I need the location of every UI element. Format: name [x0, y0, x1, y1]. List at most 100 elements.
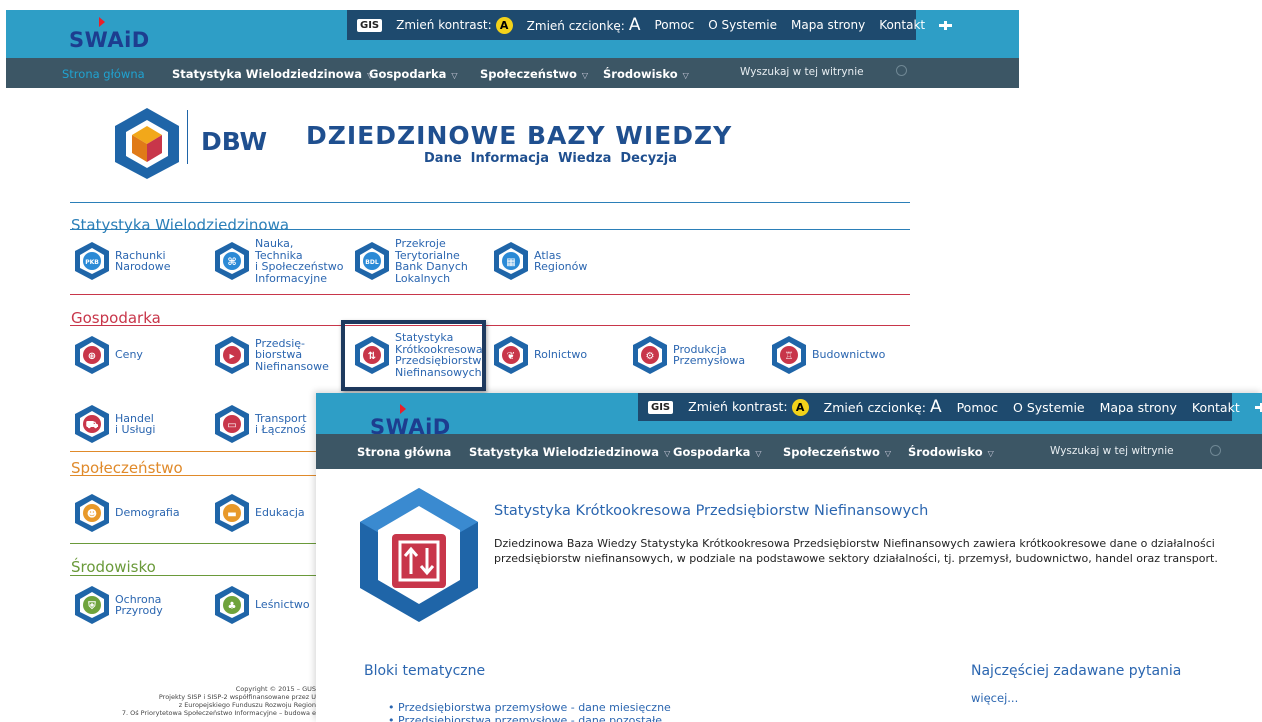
section-divider — [70, 325, 910, 326]
search-icon[interactable] — [896, 65, 907, 76]
chevron-down-icon: ▽ — [451, 71, 458, 80]
footer-line: z Europejskiego Funduszu Rozwoju Region — [178, 701, 316, 709]
tree-icon[interactable]: ♣ — [214, 585, 250, 625]
book-icon[interactable]: ▬ — [214, 493, 250, 533]
utility-bar: GIS Zmień kontrast: A Zmień czcionkę: A Po… — [638, 393, 1262, 421]
truck-icon[interactable]: ▸ — [214, 335, 250, 375]
list-item[interactable]: • Przedsiębiorstwa przemysłowe - dane po… — [388, 714, 671, 722]
basket-icon[interactable]: ⊕ — [74, 335, 110, 375]
faq-more-link[interactable]: więcej... — [971, 691, 1018, 705]
tile-label[interactable]: Ochrona Przyrody — [115, 593, 163, 617]
logo-flag-icon — [400, 404, 406, 414]
contact-link[interactable]: Kontakt — [879, 18, 925, 32]
people-icon[interactable]: ☻ — [74, 493, 110, 533]
nav-economy[interactable]: Gospodarka ▽ — [673, 445, 762, 459]
help-link[interactable]: Pomoc — [957, 400, 998, 415]
svg-text:☻: ☻ — [87, 508, 97, 520]
nav-society[interactable]: Społeczeństwo ▽ — [783, 445, 891, 459]
banner-abbr: DBW — [201, 127, 268, 156]
leaf-icon[interactable]: ❦ — [493, 335, 529, 375]
font-size-toggle[interactable]: Zmień czcionkę: A — [527, 15, 641, 35]
svg-text:BDL: BDL — [365, 259, 379, 266]
main-nav: Strona główna Statystyka Wielodziedzinow… — [316, 434, 1262, 469]
tile-label[interactable]: Produkcja Przemysłowa — [673, 343, 745, 367]
crane-icon[interactable]: ♖ — [771, 335, 807, 375]
svg-text:⚙: ⚙ — [646, 351, 655, 362]
tile-label[interactable]: Rachunki Narodowe — [115, 249, 170, 273]
gears-icon[interactable]: ⚙ — [632, 335, 668, 375]
footer: Copyright © 2015 – GUS Projekty SISP i S… — [66, 685, 316, 717]
detail-description: Dziedzinowa Baza Wiedzy Statystyka Krótk… — [494, 537, 1218, 565]
site-logo[interactable]: SWAiD — [69, 17, 150, 52]
chevron-down-icon: ▽ — [755, 449, 762, 458]
tile-label[interactable]: Handel i Usługi — [115, 412, 155, 436]
footer-copyright: Copyright © 2015 – GUS — [235, 685, 316, 693]
cart-icon[interactable]: ⛟ — [74, 404, 110, 444]
svg-text:♖: ♖ — [785, 351, 794, 362]
svg-text:⛟: ⛟ — [86, 420, 99, 431]
nav-environment[interactable]: Środowisko ▽ — [603, 67, 689, 81]
nav-multidomain[interactable]: Statystyka Wielodziedzinowa ▽ — [172, 67, 373, 81]
about-link[interactable]: O Systemie — [1013, 400, 1085, 415]
font-size-icon[interactable]: A — [930, 397, 942, 417]
about-link[interactable]: O Systemie — [708, 18, 777, 32]
tile-label[interactable]: Nauka, Technika i Społeczeństwo Informac… — [255, 238, 343, 284]
contrast-icon[interactable]: A — [495, 16, 513, 34]
search-input[interactable]: Wyszukaj w tej witrynie — [1050, 445, 1174, 457]
sitemap-link[interactable]: Mapa strony — [791, 18, 865, 32]
contact-link[interactable]: Kontakt — [1192, 400, 1240, 415]
chevron-down-icon: ▽ — [987, 449, 994, 458]
nav-society[interactable]: Społeczeństwo ▽ — [480, 67, 588, 81]
tile-label[interactable]: Budownictwo — [812, 349, 885, 361]
BDL-icon[interactable]: BDL — [354, 241, 390, 281]
search-icon[interactable] — [1210, 445, 1221, 456]
contrast-toggle[interactable]: Zmień kontrast: A — [688, 398, 809, 416]
contrast-icon[interactable]: A — [791, 398, 809, 416]
svg-text:♣: ♣ — [228, 601, 237, 612]
detail-window: SWAiD GIS Zmień kontrast: A Zmień czcionk… — [316, 393, 1262, 722]
list-item[interactable]: • Przedsiębiorstwa przemysłowe - dane mi… — [388, 701, 671, 714]
nav-multidomain[interactable]: Statystyka Wielodziedzinowa ▽ — [469, 445, 670, 459]
shield-icon[interactable]: ⛨ — [74, 585, 110, 625]
banner-subtitle: Dane Informacja Wiedza Decyzja — [424, 151, 677, 166]
help-link[interactable]: Pomoc — [655, 18, 695, 32]
tile-label[interactable]: Demografia — [115, 507, 180, 519]
search-input[interactable]: Wyszukaj w tej witrynie — [740, 66, 864, 78]
font-size-toggle[interactable]: Zmień czcionkę: A — [824, 397, 942, 417]
chevron-down-icon: ▽ — [581, 71, 589, 80]
ski-bd-logo-icon — [360, 488, 478, 622]
detail-title: Statystyka Krótkookresowa Przedsiębiorst… — [494, 503, 929, 519]
svg-text:▭: ▭ — [227, 420, 236, 431]
satellite-icon[interactable]: ⌘ — [214, 241, 250, 281]
gis-icon[interactable]: GIS — [357, 18, 383, 32]
chevron-down-icon: ▽ — [682, 71, 689, 80]
tile-label[interactable]: Leśnictwo — [255, 599, 310, 611]
section-divider — [70, 229, 910, 230]
svg-text:❦: ❦ — [507, 351, 515, 362]
banner-title: DZIEDZINOWE BAZY WIEDZY — [306, 121, 733, 150]
grid-icon[interactable]: ▦ — [493, 241, 529, 281]
bus-icon[interactable]: ▭ — [214, 404, 250, 444]
tile-label[interactable]: Ceny — [115, 349, 143, 361]
nav-home[interactable]: Strona główna — [357, 445, 451, 459]
faq-heading: Najczęściej zadawane pytania — [971, 663, 1182, 679]
section-title: Statystyka Wielodziedzinowa — [71, 216, 290, 234]
font-size-icon[interactable]: A — [629, 15, 641, 35]
svg-text:▸: ▸ — [229, 351, 234, 362]
utility-bar: GIS Zmień kontrast: A Zmień czcionkę: A Po… — [347, 10, 953, 40]
section-title: Środowisko — [71, 558, 156, 576]
tile-label[interactable]: Edukacja — [255, 507, 305, 519]
nav-home[interactable]: Strona główna — [62, 67, 145, 81]
tile-label[interactable]: Atlas Regionów — [534, 249, 587, 273]
tile-label[interactable]: Transport i Łącznoś — [255, 412, 307, 436]
contrast-toggle[interactable]: Zmień kontrast: A — [396, 16, 513, 34]
nav-economy[interactable]: Gospodarka ▽ — [369, 67, 458, 81]
gis-icon[interactable]: GIS — [648, 400, 674, 414]
tile-label[interactable]: Rolnictwo — [534, 349, 587, 361]
PKB-icon[interactable]: PKB — [74, 241, 110, 281]
sitemap-link[interactable]: Mapa strony — [1100, 400, 1177, 415]
tile-label[interactable]: Przedsię- biorstwa Niefinansowe — [255, 338, 329, 373]
nav-environment[interactable]: Środowisko ▽ — [908, 445, 994, 459]
blocks-heading: Bloki tematyczne — [364, 663, 486, 679]
tile-label[interactable]: Przekroje Terytorialne Bank Danych Lokal… — [395, 238, 468, 284]
